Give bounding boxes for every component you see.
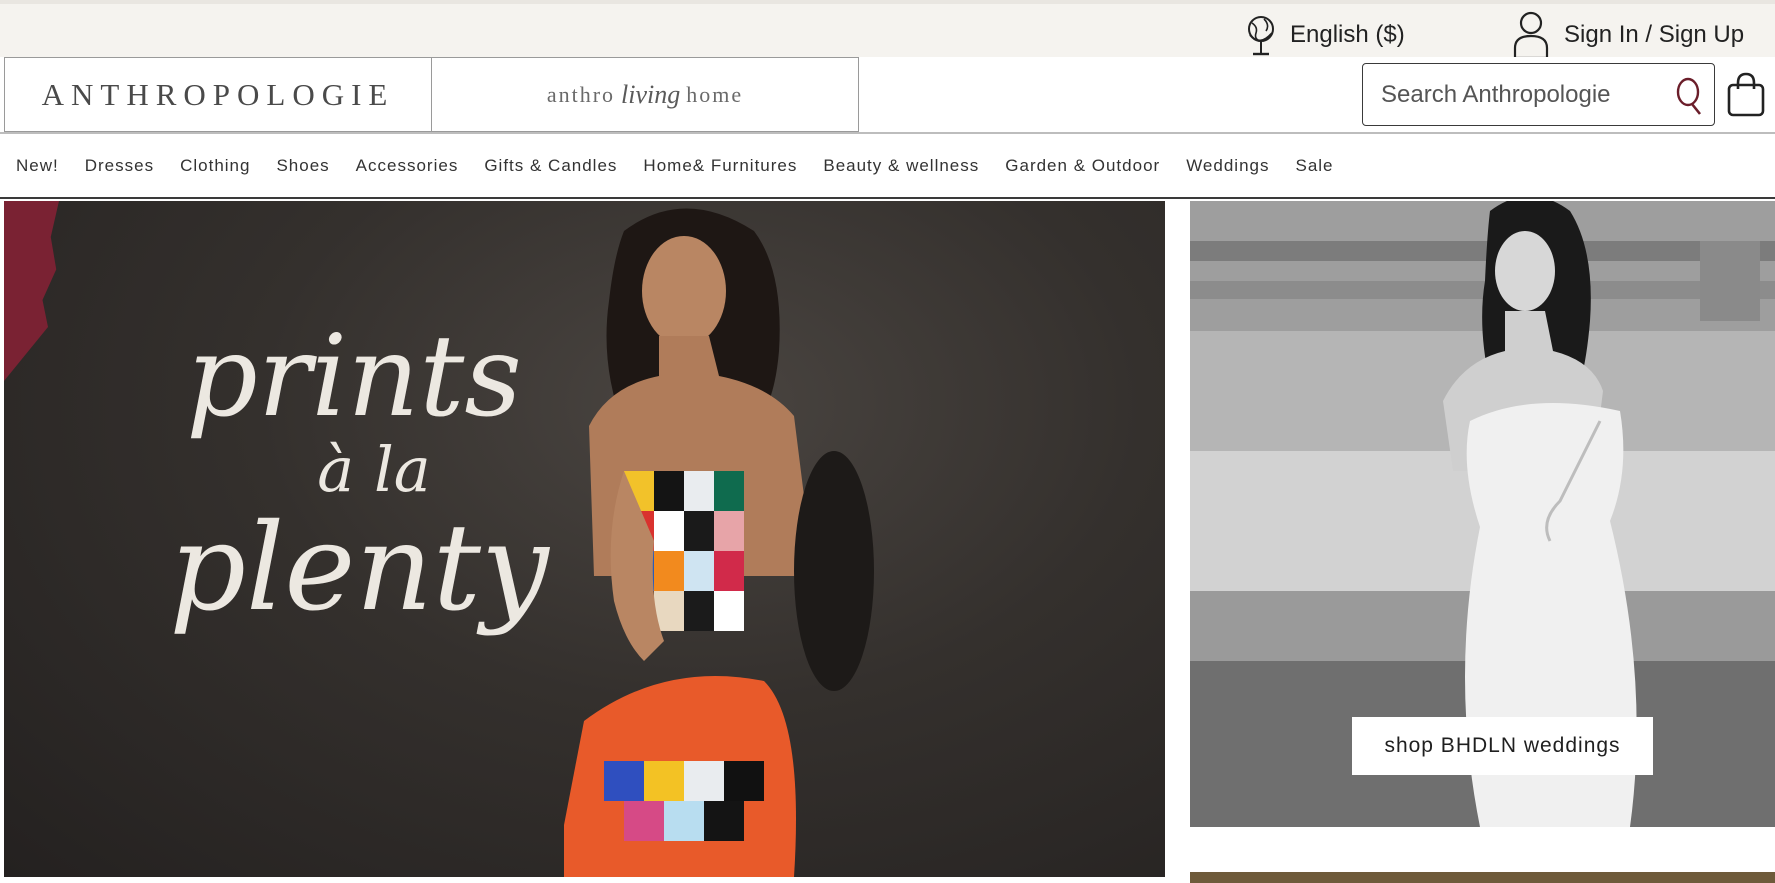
home-logo-left: anthro <box>546 81 616 107</box>
torn-paper-accent <box>4 201 59 381</box>
nav-item-home-furnitures[interactable]: Home& Furnitures <box>643 156 797 176</box>
hero-banner-prints[interactable]: prints à la plenty <box>4 201 1165 877</box>
anthro-living-home-logo[interactable]: anthro living home <box>431 57 859 132</box>
nav-item-shoes[interactable]: Shoes <box>276 156 329 176</box>
sign-in-label: Sign In / Sign Up <box>1564 21 1745 48</box>
language-selector[interactable]: English ($) <box>1246 12 1405 58</box>
globe-icon <box>1248 16 1274 56</box>
home-logo-right: home <box>686 81 744 107</box>
nav-item-gifts-candles[interactable]: Gifts & Candles <box>484 156 617 176</box>
language-label: English ($) <box>1290 21 1405 48</box>
hero-script-line-1: prints <box>186 312 522 442</box>
nav-item-garden-outdoor[interactable]: Garden & Outdoor <box>1005 156 1160 176</box>
search-box <box>1362 63 1715 126</box>
utility-bar: English ($) Sign In / Sign Up <box>0 0 1775 60</box>
hero-script-line-2: à la <box>317 433 431 506</box>
search-input[interactable] <box>1363 64 1663 125</box>
model-in-patchwork-dress-image <box>564 208 874 877</box>
shop-bhdln-weddings-button[interactable]: shop BHDLN weddings <box>1352 717 1653 775</box>
main-nav: New! Dresses Clothing Shoes Accessories … <box>0 134 1775 199</box>
nav-item-dresses[interactable]: Dresses <box>85 156 154 176</box>
shopping-bag-icon[interactable] <box>1726 71 1766 117</box>
nav-item-beauty-wellness[interactable]: Beauty & wellness <box>823 156 979 176</box>
nav-item-new[interactable]: New! <box>16 156 59 176</box>
next-promo-tile <box>1190 872 1775 883</box>
home-logo-script: living <box>621 79 681 109</box>
search-icon[interactable] <box>1674 76 1704 116</box>
anthropologie-logo[interactable]: ANTHROPOLOGIE <box>4 57 432 132</box>
nav-item-clothing[interactable]: Clothing <box>180 156 250 176</box>
brand-row: ANTHROPOLOGIE anthro living home <box>0 57 1775 133</box>
cta-label: shop BHDLN weddings <box>1384 734 1621 757</box>
hero-script-headline: prints à la plenty <box>144 321 564 629</box>
nav-item-accessories[interactable]: Accessories <box>356 156 459 176</box>
hero-script-line-3: plenty <box>169 499 549 638</box>
nav-item-sale[interactable]: Sale <box>1295 156 1333 176</box>
sign-in-link[interactable]: Sign In / Sign Up <box>1512 10 1744 60</box>
user-icon <box>1513 11 1549 60</box>
logo-text: ANTHROPOLOGIE <box>41 76 395 112</box>
nav-item-weddings[interactable]: Weddings <box>1186 156 1269 176</box>
